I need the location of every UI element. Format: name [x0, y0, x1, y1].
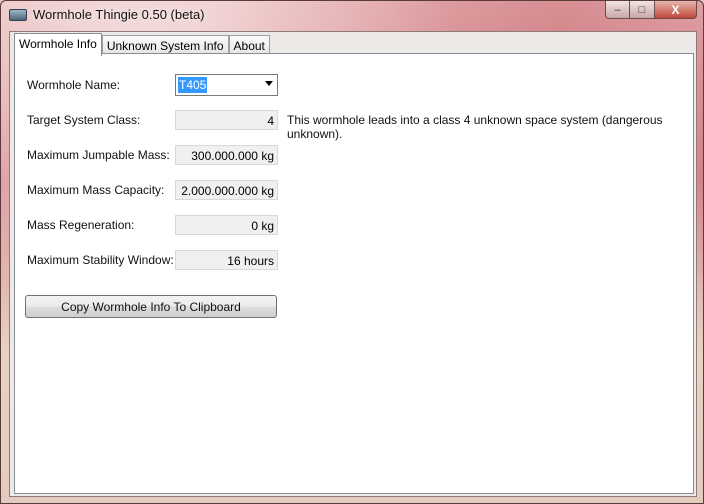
- tab-wormhole-info[interactable]: Wormhole Info: [14, 33, 102, 56]
- wormhole-info-panel: Wormhole Name: T405 Target System Class:…: [14, 53, 694, 494]
- mass-regen-field: 0 kg: [175, 215, 278, 235]
- target-class-field: 4: [175, 110, 278, 130]
- copy-to-clipboard-button[interactable]: Copy Wormhole Info To Clipboard: [25, 295, 277, 318]
- window-title: Wormhole Thingie 0.50 (beta): [33, 7, 205, 22]
- target-class-label: Target System Class:: [27, 113, 141, 127]
- wormhole-name-label: Wormhole Name:: [27, 78, 121, 92]
- max-stability-field: 16 hours: [175, 250, 278, 270]
- title-bar[interactable]: Wormhole Thingie 0.50 (beta) – □ X: [1, 1, 703, 29]
- minimize-button[interactable]: –: [605, 1, 630, 19]
- maximize-button[interactable]: □: [629, 1, 655, 19]
- wormhole-name-dropdown[interactable]: T405: [175, 74, 278, 96]
- chevron-down-icon[interactable]: [265, 81, 273, 86]
- tab-unknown-system-info[interactable]: Unknown System Info: [101, 35, 229, 55]
- target-class-description: This wormhole leads into a class 4 unkno…: [287, 113, 663, 141]
- client-area: Wormhole Info Unknown System Info About …: [9, 31, 697, 497]
- app-icon: [9, 9, 27, 21]
- mass-regen-label: Mass Regeneration:: [27, 218, 135, 232]
- max-stability-label: Maximum Stability Window:: [27, 253, 174, 267]
- app-window: Wormhole Thingie 0.50 (beta) – □ X Wormh…: [0, 0, 704, 504]
- max-mass-capacity-label: Maximum Mass Capacity:: [27, 183, 165, 197]
- wormhole-name-value: T405: [178, 77, 208, 93]
- close-button[interactable]: X: [654, 1, 697, 19]
- tab-strip: Wormhole Info Unknown System Info About: [14, 33, 270, 56]
- max-mass-capacity-field: 2.000.000.000 kg: [175, 180, 278, 200]
- max-jump-mass-field: 300.000.000 kg: [175, 145, 278, 165]
- max-jump-mass-label: Maximum Jumpable Mass:: [27, 148, 170, 162]
- tab-about[interactable]: About: [228, 35, 270, 55]
